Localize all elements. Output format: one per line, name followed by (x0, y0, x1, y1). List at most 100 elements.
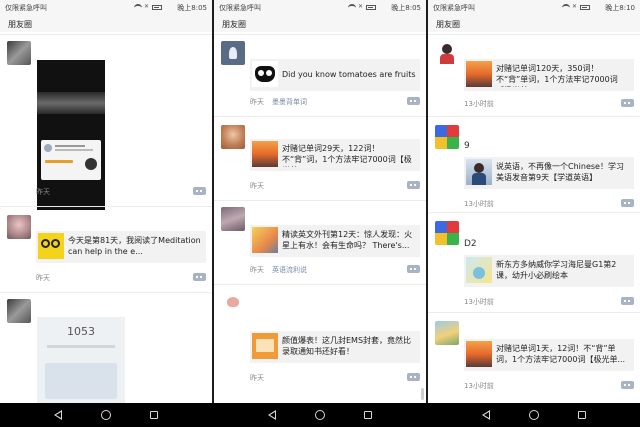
moment-post: 对赌记单词29天，122词！不“背”词，1个方法牢记7000词【极光单... 昨… (214, 116, 426, 200)
link-title: 精读英文外刊第12天：惊人发现：火星上有水！会有生命吗？ There's... (282, 230, 413, 250)
moment-post: 1053 (0, 292, 212, 403)
moments-screen-1: 仅限紧急呼叫 ✕ 晚上8:05 朋友圈 昨天 今天是第81天，我阅读了Medit… (0, 0, 212, 403)
recent-apps-icon[interactable] (150, 411, 158, 419)
comment-button[interactable] (621, 297, 634, 305)
carrier-text: 仅限紧急呼叫 (219, 4, 261, 12)
post-time: 昨天 (250, 266, 264, 274)
recent-apps-icon[interactable] (364, 411, 372, 419)
post-time: 13小时前 (464, 382, 494, 390)
avatar[interactable] (221, 291, 245, 315)
moment-post: 昨天 (0, 34, 212, 210)
comment-button[interactable] (407, 181, 420, 189)
home-icon[interactable] (315, 410, 325, 420)
screenshot-collage: 仅限紧急呼叫 ✕ 晚上8:05 朋友圈 昨天 今天是第81天，我阅读了Medit… (0, 0, 640, 427)
signal-icon: ✕ (144, 3, 150, 10)
status-icons: ✕ (134, 3, 164, 11)
article-thumbnail (252, 227, 278, 253)
shared-link-card[interactable]: 对赌记单词1天，12词！不“背”单词，1个方法牢记7000词【极光单... (464, 339, 634, 371)
shared-link-card[interactable]: Did you know tomatoes are fruits? (250, 59, 420, 91)
battery-icon (366, 5, 376, 10)
card-badge (45, 160, 73, 163)
wifi-icon (562, 4, 570, 10)
comment-button[interactable] (407, 265, 420, 273)
page-title: 朋友圈 (428, 14, 640, 32)
image-thumbnail[interactable]: 1053 (37, 317, 125, 403)
avatar[interactable] (435, 321, 459, 345)
comment-button[interactable] (193, 187, 206, 195)
page-title: 朋友圈 (0, 14, 212, 32)
navigation-bar (0, 403, 640, 427)
home-icon[interactable] (529, 410, 539, 420)
shared-link-card[interactable]: 对赌记单词120天，350词！不“背”单词，1个方法牢记7000词【极光单... (464, 59, 634, 91)
moment-post: D2 新东方多纳威你学习海尼曼G1第2课，幼升小必刷绘本 13小时前 (428, 212, 640, 312)
source-link[interactable]: 英语流利说 (272, 266, 307, 274)
comment-button[interactable] (407, 373, 420, 381)
status-icons: ✕ (562, 3, 592, 11)
comment-button[interactable] (621, 381, 634, 389)
shared-link-card[interactable]: 新东方多纳威你学习海尼曼G1第2课，幼升小必刷绘本 (464, 255, 634, 287)
moments-screen-2: 仅限紧急呼叫 ✕ 晚上8:05 朋友圈 Did you know tomatoe… (214, 0, 426, 403)
comment-button[interactable] (193, 273, 206, 281)
avatar[interactable] (7, 215, 31, 239)
wifi-icon (134, 4, 142, 10)
avatar[interactable] (221, 125, 245, 149)
link-title: 今天是第81天，我阅读了Meditation can help in the e… (68, 236, 201, 256)
link-title: 新东方多纳威你学习海尼曼G1第2课，幼升小必刷绘本 (496, 260, 617, 280)
back-icon[interactable] (482, 410, 490, 420)
screen-number: 1053 (67, 325, 95, 338)
owl-logo-icon (252, 61, 278, 87)
post-time: 昨天 (36, 188, 50, 196)
sunset-thumbnail (252, 141, 278, 167)
back-icon[interactable] (268, 410, 276, 420)
clock: 晚上8:05 (177, 4, 207, 12)
user-name[interactable]: 9 (464, 141, 470, 151)
link-thumbnail (38, 233, 64, 259)
link-title: 说英语，不再像一个Chinese！学习美语发音第9天【学道英语】 (496, 162, 624, 182)
avatar[interactable] (435, 125, 459, 149)
scrollbar[interactable] (421, 388, 424, 400)
share-card (41, 140, 101, 180)
status-bar: 仅限紧急呼叫 ✕ 晚上8:05 (0, 0, 212, 14)
shared-link-card[interactable]: 对赌记单词29天，122词！不“背”词，1个方法牢记7000词【极光单... (250, 139, 420, 171)
comment-button[interactable] (621, 99, 634, 107)
post-time: 13小时前 (464, 200, 494, 208)
owl-eye (266, 70, 272, 76)
moment-post: 颜值爆表！这几封EMS封套，竟然比录取通知书还好看！ 昨天 (214, 284, 426, 403)
comment-button[interactable] (621, 199, 634, 207)
post-time: 昨天 (250, 182, 264, 190)
avatar[interactable] (7, 41, 31, 65)
shared-link-card[interactable]: 颜值爆表！这几封EMS封套，竟然比录取通知书还好看！ (250, 331, 420, 363)
comment-button[interactable] (407, 97, 420, 105)
avatar[interactable] (221, 207, 245, 231)
home-icon[interactable] (101, 410, 111, 420)
avatar[interactable] (435, 221, 459, 245)
link-title: 对赌记单词120天，350词！不“背”单词，1个方法牢记7000词【极光单... (496, 64, 618, 87)
post-meta: 昨天 英语流利说 (250, 265, 307, 275)
figure-icon (229, 47, 237, 59)
post-time: 13小时前 (464, 298, 494, 306)
status-bar: 仅限紧急呼叫 ✕ 晚上8:05 (214, 0, 426, 14)
signal-icon: ✕ (358, 3, 364, 10)
avatar[interactable] (221, 41, 245, 65)
back-icon[interactable] (54, 410, 62, 420)
signal-icon: ✕ (572, 3, 578, 10)
post-meta: 昨天 墨墨背单词 (250, 97, 307, 107)
avatar[interactable] (7, 299, 31, 323)
person-body (472, 173, 486, 185)
user-name[interactable]: D2 (464, 239, 477, 249)
shared-link-card[interactable]: 今天是第81天，我阅读了Meditation can help in the e… (36, 231, 206, 263)
moment-post: 对赌记单词1天，12词！不“背”单词，1个方法牢记7000词【极光单... 13… (428, 312, 640, 403)
screen-panel (45, 363, 117, 399)
recent-apps-icon[interactable] (578, 411, 586, 419)
link-title: Did you know tomatoes are fruits? (282, 70, 416, 79)
shared-link-card[interactable]: 精读英文外刊第12天：惊人发现：火星上有水！会有生命吗？ There's... (250, 225, 420, 257)
logo-icon (41, 239, 50, 248)
figure-body (440, 54, 454, 64)
video-caption (41, 96, 101, 104)
qr-code-icon (85, 158, 97, 170)
envelope-thumbnail (252, 333, 278, 359)
progress-line (47, 345, 115, 348)
shared-link-card[interactable]: 说英语，不再像一个Chinese！学习美语发音第9天【学道英语】 (464, 157, 634, 189)
source-link[interactable]: 墨墨背单词 (272, 98, 307, 106)
avatar[interactable] (435, 41, 459, 65)
